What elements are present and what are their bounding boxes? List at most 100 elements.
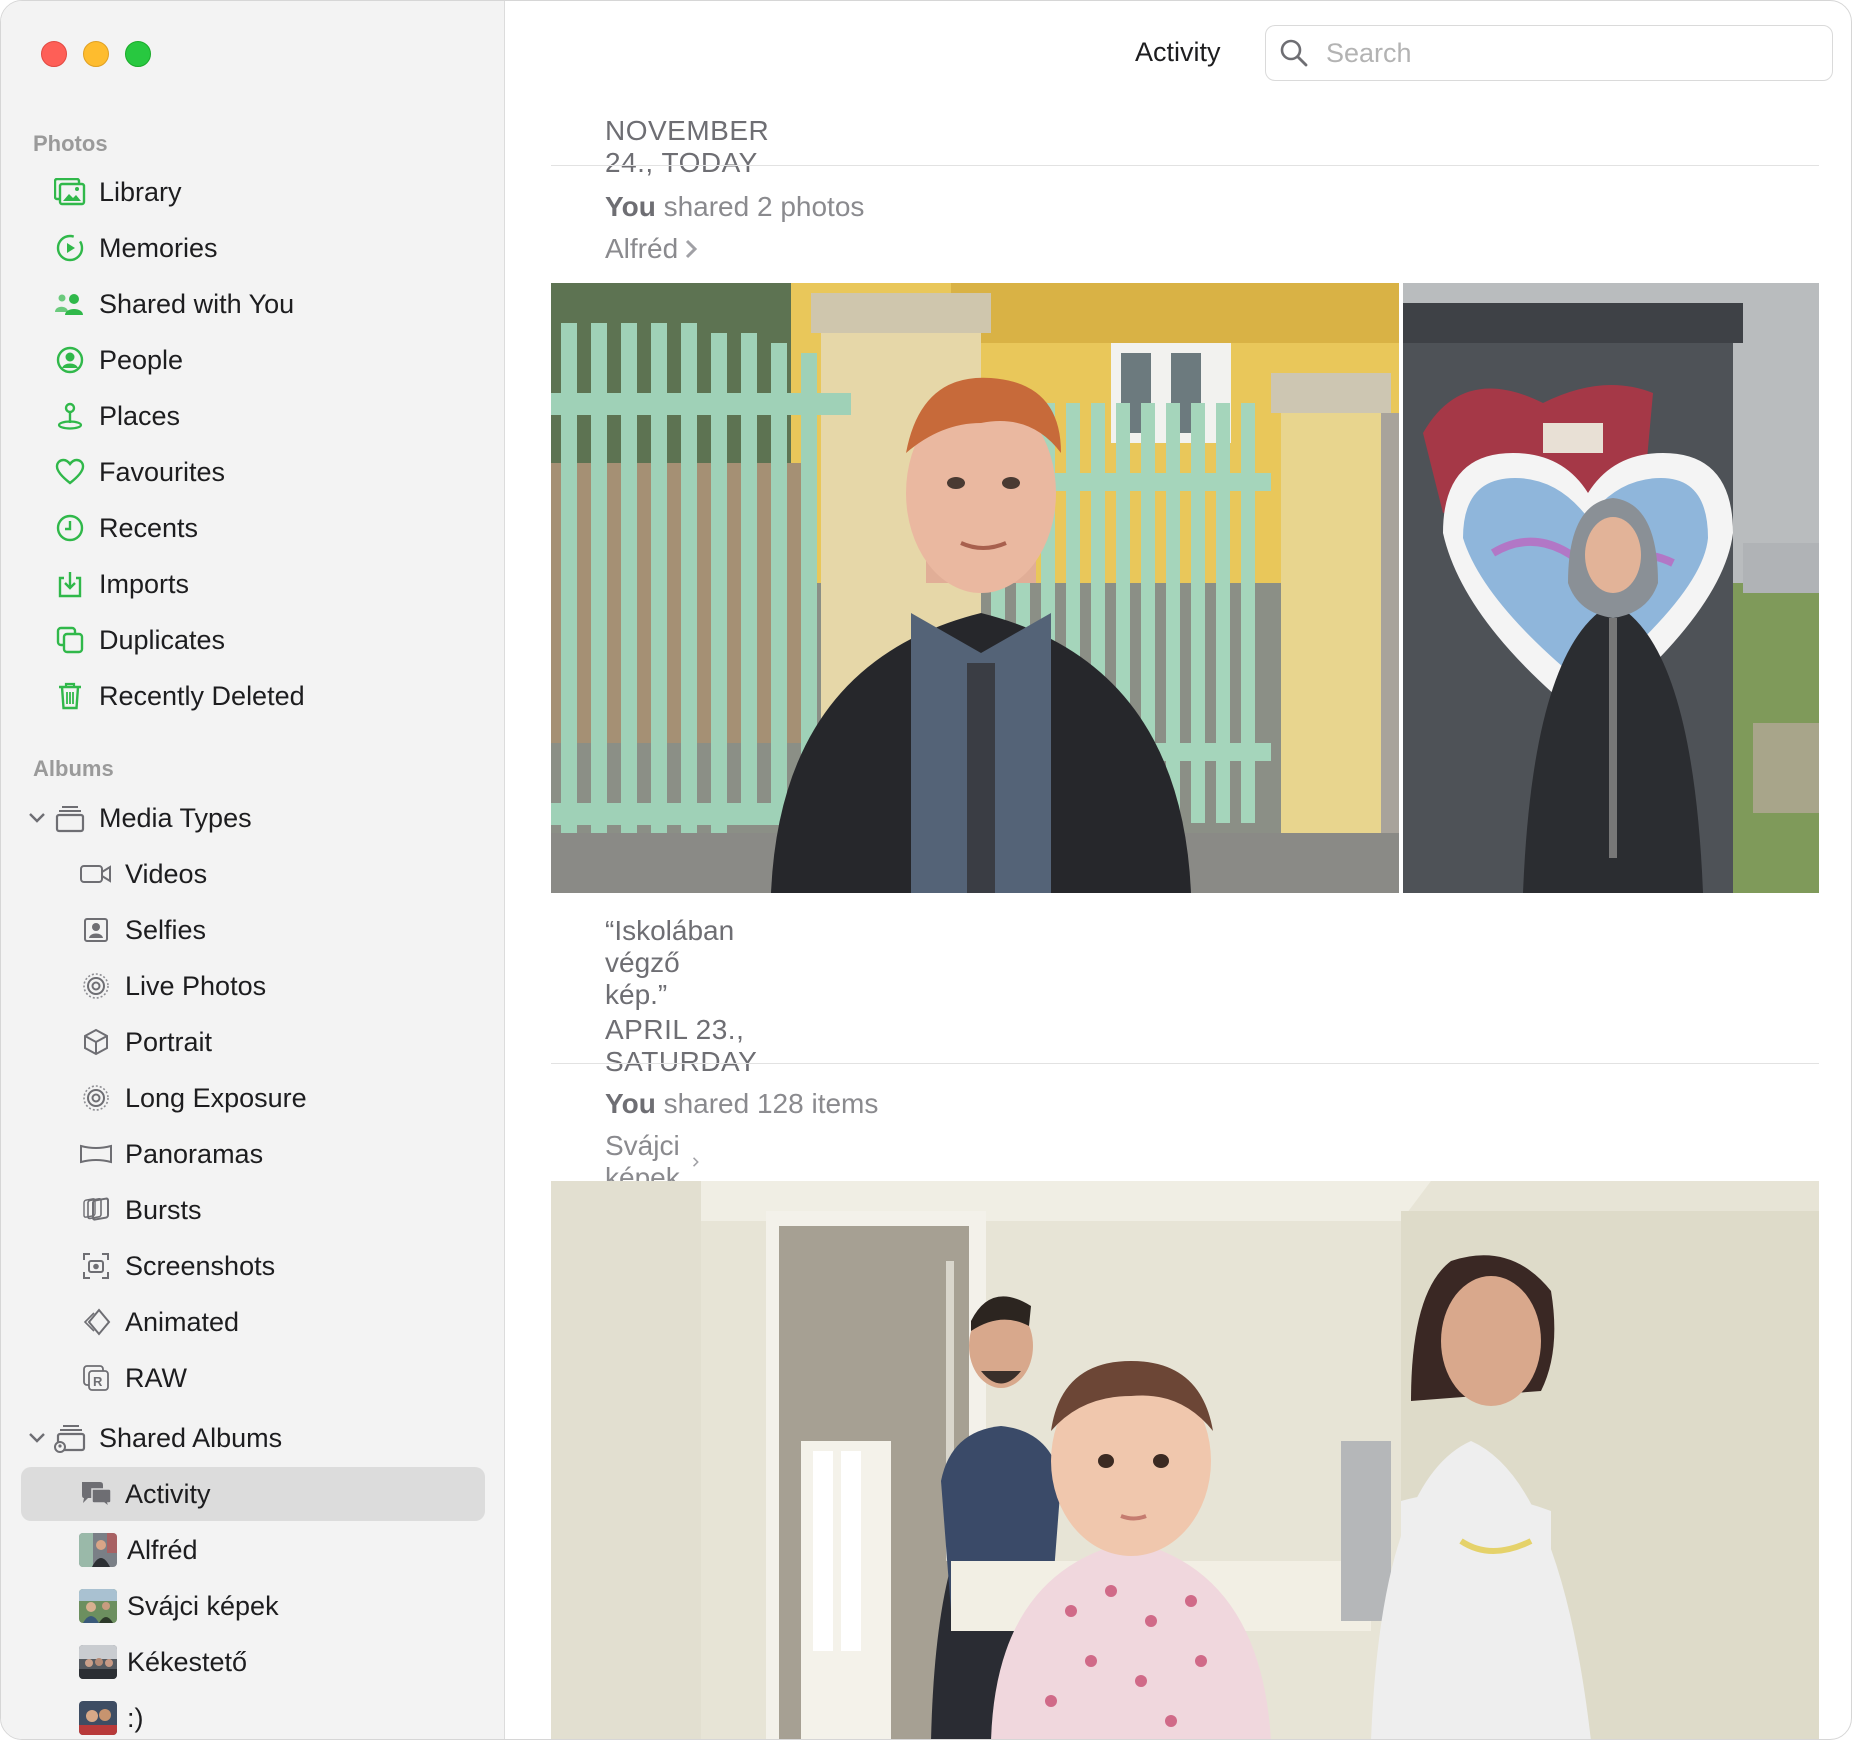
library-icon (53, 175, 87, 209)
sidebar-item-memories[interactable]: Memories (21, 221, 485, 275)
sidebar-item-activity[interactable]: Activity (21, 1467, 485, 1521)
photo-boy-at-fence[interactable] (551, 283, 1399, 893)
activity-caption: “Iskolában végző kép.” (605, 915, 735, 1010)
sidebar-item-label: Favourites (99, 456, 226, 487)
sidebar-item-label: :) (127, 1702, 144, 1733)
sidebar-item-label: Duplicates (99, 624, 226, 655)
memories-icon (53, 231, 87, 265)
zoom-button[interactable] (125, 41, 151, 67)
sidebar-item-label: Shared Albums (99, 1422, 283, 1453)
duplicates-icon (53, 623, 87, 657)
sidebar-item-album-smiley[interactable]: :) (21, 1691, 485, 1739)
portrait-cube-icon (79, 1025, 113, 1059)
sidebar-item-people[interactable]: People (21, 333, 485, 387)
sidebar-item-label: Library (99, 176, 182, 207)
sidebar-item-label: Screenshots (125, 1250, 276, 1281)
sidebar-item-places[interactable]: Places (21, 389, 485, 443)
chevron-right-icon (686, 239, 698, 259)
animated-icon (79, 1305, 113, 1339)
sidebar-item-album-kekesteto[interactable]: Kékestető (21, 1635, 485, 1689)
sidebar-item-label: Media Types (99, 802, 252, 833)
sidebar-item-media-types[interactable]: Media Types (21, 791, 485, 845)
sidebar-item-label: People (99, 344, 184, 375)
panorama-icon (79, 1137, 113, 1171)
video-icon (79, 857, 113, 891)
sidebar-item-screenshots[interactable]: Screenshots (21, 1239, 485, 1293)
sidebar-item-shared-with-you[interactable]: Shared with You (21, 277, 485, 331)
sidebar-item-library[interactable]: Library (21, 165, 485, 219)
clock-icon (53, 511, 87, 545)
sidebar-item-label: Memories (99, 232, 218, 263)
sidebar-item-label: Videos (125, 858, 208, 889)
sidebar-item-label: Shared with You (99, 288, 295, 319)
sidebar-item-favourites[interactable]: Favourites (21, 445, 485, 499)
date-header: APRIL 23., SATURDAY (605, 1014, 758, 1077)
activity-icon (79, 1477, 113, 1511)
long-exposure-icon (79, 1081, 113, 1115)
main-content: Activity NOVEMBER 24., TODAY You shared … (505, 1, 1851, 1739)
search-input[interactable] (1324, 36, 1808, 70)
selfie-icon (79, 913, 113, 947)
album-thumbnail (79, 1701, 117, 1735)
sidebar-item-shared-albums[interactable]: Shared Albums (21, 1411, 485, 1465)
photo-family-room[interactable] (551, 1181, 1819, 1739)
activity-summary: You shared 2 photos (605, 191, 864, 223)
album-link[interactable]: Alfréd (605, 233, 698, 265)
sidebar-item-label: Animated (125, 1306, 240, 1337)
sidebar-item-selfies[interactable]: Selfies (21, 903, 485, 957)
sidebar-item-label: Recently Deleted (99, 680, 305, 711)
sidebar-item-videos[interactable]: Videos (21, 847, 485, 901)
sidebar-item-animated[interactable]: Animated (21, 1295, 485, 1349)
search-field[interactable] (1265, 25, 1833, 81)
sidebar-item-recently-deleted[interactable]: Recently Deleted (21, 669, 485, 723)
album-thumbnail (79, 1589, 117, 1623)
svg-text:R: R (93, 1374, 103, 1389)
search-icon (1280, 39, 1308, 67)
sidebar-item-label: Alfréd (127, 1534, 198, 1565)
sidebar-item-label: Long Exposure (125, 1082, 307, 1113)
activity-action: shared 2 photos (655, 191, 865, 222)
sidebar-item-label: Places (99, 400, 181, 431)
sidebar-item-live-photos[interactable]: Live Photos (21, 959, 485, 1013)
imports-icon (53, 567, 87, 601)
sidebar-item-label: Bursts (125, 1194, 202, 1225)
media-types-icon (53, 801, 87, 835)
sidebar-item-duplicates[interactable]: Duplicates (21, 613, 485, 667)
sidebar-item-label: Portrait (125, 1026, 213, 1057)
sidebar-item-album-alfred[interactable]: Alfréd (21, 1523, 485, 1577)
sidebar-item-label: Recents (99, 512, 199, 543)
chevron-right-icon (693, 1157, 700, 1167)
minimize-button[interactable] (83, 41, 109, 67)
actor-name: You (605, 191, 656, 222)
sidebar-item-label: Live Photos (125, 970, 267, 1001)
screenshot-icon (79, 1249, 113, 1283)
sidebar-item-raw[interactable]: R RAW (21, 1351, 485, 1405)
activity-action: shared 128 items (655, 1088, 879, 1119)
heart-icon (53, 455, 87, 489)
sidebar-item-long-exposure[interactable]: Long Exposure (21, 1071, 485, 1125)
sidebar-item-label: Svájci képek (127, 1590, 279, 1621)
close-button[interactable] (41, 41, 67, 67)
sidebar-item-label: Imports (99, 568, 190, 599)
live-photo-icon (79, 969, 113, 1003)
section-title-photos: Photos (33, 131, 108, 156)
album-thumbnail (79, 1645, 117, 1679)
sidebar-item-bursts[interactable]: Bursts (21, 1183, 485, 1237)
sidebar-item-portrait[interactable]: Portrait (21, 1015, 485, 1069)
sidebar-item-recents[interactable]: Recents (21, 501, 485, 555)
sidebar-item-label: Kékestető (127, 1646, 248, 1677)
sidebar-item-label: RAW (125, 1362, 187, 1393)
sidebar-item-album-svajci-kepek[interactable]: Svájci képek (21, 1579, 485, 1633)
sidebar-item-label: Selfies (125, 914, 207, 945)
bursts-icon (79, 1193, 113, 1227)
raw-icon: R (79, 1361, 113, 1395)
sidebar-item-panoramas[interactable]: Panoramas (21, 1127, 485, 1181)
places-icon (53, 399, 87, 433)
shared-albums-icon (53, 1421, 87, 1455)
photo-boy-heart-graffiti[interactable] (1403, 283, 1819, 893)
trash-icon (53, 679, 87, 713)
sidebar-item-imports[interactable]: Imports (21, 557, 485, 611)
divider (551, 1063, 1819, 1064)
sidebar-item-label: Panoramas (125, 1138, 264, 1169)
activity-summary: You shared 128 items (605, 1088, 878, 1120)
